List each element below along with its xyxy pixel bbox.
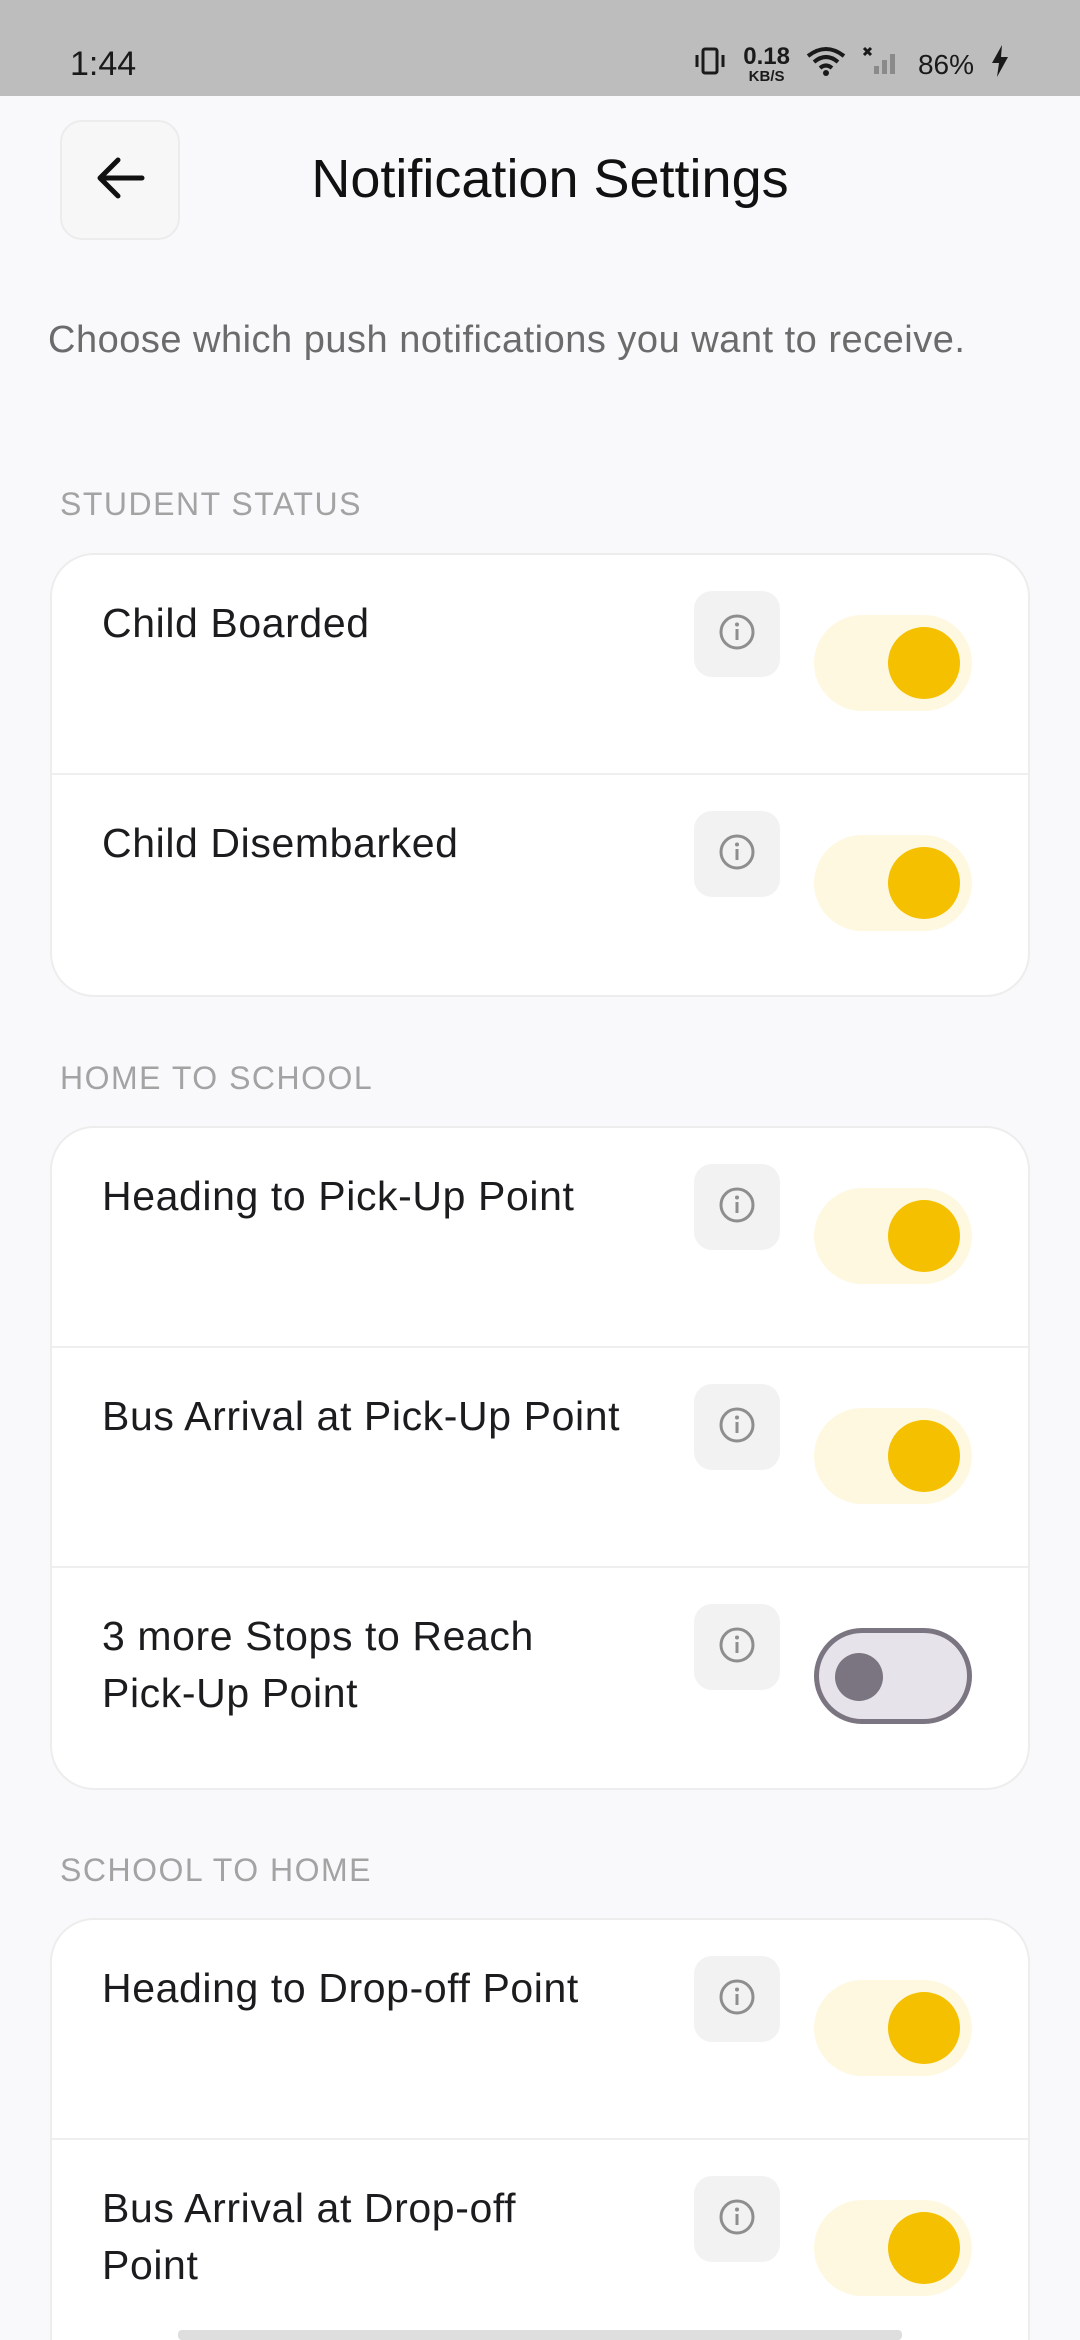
header: Notification Settings <box>0 96 1080 266</box>
toggle-switch[interactable] <box>814 2200 972 2296</box>
status-bar: 1:44 0.18 KB/S 86% <box>0 0 1080 96</box>
info-icon <box>717 832 757 877</box>
setting-row-heading-pickup: Heading to Pick-Up Point <box>52 1128 1028 1348</box>
network-speed-value: 0.18 <box>743 43 790 70</box>
info-button[interactable] <box>694 1164 780 1250</box>
info-button[interactable] <box>694 1604 780 1690</box>
setting-label: Child Boarded <box>102 600 370 646</box>
setting-row-child-disembarked: Child Disembarked <box>52 775 1028 995</box>
toggle-knob <box>888 847 960 919</box>
page-title: Notification Settings <box>311 149 789 209</box>
toggle-switch[interactable] <box>814 1628 972 1724</box>
intro-text: Choose which push notifications you want… <box>48 319 966 361</box>
toggle-knob <box>888 1992 960 2064</box>
signal-icon <box>862 46 902 83</box>
toggle-knob <box>835 1653 883 1701</box>
home-indicator <box>178 2330 902 2340</box>
setting-row-three-stops-pickup: 3 more Stops to Reach Pick-Up Point <box>52 1568 1028 1788</box>
info-icon <box>717 1405 757 1450</box>
info-icon <box>717 2197 757 2242</box>
card-student-status: Child Boarded Child Disembarked <box>50 553 1030 997</box>
setting-row-bus-arrival-pickup: Bus Arrival at Pick-Up Point <box>52 1348 1028 1568</box>
info-icon <box>717 1625 757 1670</box>
toggle-switch[interactable] <box>814 1188 972 1284</box>
network-speed: 0.18 KB/S <box>743 43 790 85</box>
vibrate-icon <box>693 46 727 83</box>
toggle-switch[interactable] <box>814 615 972 711</box>
setting-label: Bus Arrival at Pick-Up Point <box>102 1393 621 1439</box>
section-label-school-to-home: SCHOOL TO HOME <box>60 1852 373 1888</box>
info-button[interactable] <box>694 811 780 897</box>
info-button[interactable] <box>694 1956 780 2042</box>
toggle-knob <box>888 2212 960 2284</box>
card-home-to-school: Heading to Pick-Up Point Bus Arrival at … <box>50 1126 1030 1790</box>
info-icon <box>717 1185 757 1230</box>
setting-row-heading-dropoff: Heading to Drop-off Point <box>52 1920 1028 2140</box>
card-school-to-home: Heading to Drop-off Point Bus Arrival at… <box>50 1918 1030 2340</box>
section-label-home-to-school: HOME TO SCHOOL <box>60 1060 374 1096</box>
section-label-student-status: STUDENT STATUS <box>60 486 362 522</box>
info-icon <box>717 1977 757 2022</box>
setting-row-child-boarded: Child Boarded <box>52 555 1028 775</box>
info-icon <box>717 612 757 657</box>
toggle-switch[interactable] <box>814 1980 972 2076</box>
info-button[interactable] <box>694 1384 780 1470</box>
toggle-knob <box>888 1200 960 1272</box>
setting-label: Heading to Drop-off Point <box>102 1965 579 2011</box>
charging-icon <box>990 45 1010 84</box>
setting-label: 3 more Stops to Reach Pick-Up Point <box>102 1613 534 1716</box>
setting-label: Child Disembarked <box>102 820 459 866</box>
status-icons: 0.18 KB/S 86% <box>693 45 1010 84</box>
toggle-knob <box>888 1420 960 1492</box>
toggle-switch[interactable] <box>814 835 972 931</box>
toggle-switch[interactable] <box>814 1408 972 1504</box>
info-button[interactable] <box>694 2176 780 2262</box>
wifi-icon <box>806 46 846 83</box>
info-button[interactable] <box>694 591 780 677</box>
status-time: 1:44 <box>70 45 137 83</box>
setting-row-bus-arrival-dropoff: Bus Arrival at Drop-off Point <box>52 2140 1028 2340</box>
network-speed-unit: KB/S <box>748 68 785 85</box>
setting-label: Heading to Pick-Up Point <box>102 1173 575 1219</box>
toggle-knob <box>888 627 960 699</box>
battery-level: 86% <box>917 48 974 80</box>
setting-label: Bus Arrival at Drop-off Point <box>102 2185 517 2288</box>
